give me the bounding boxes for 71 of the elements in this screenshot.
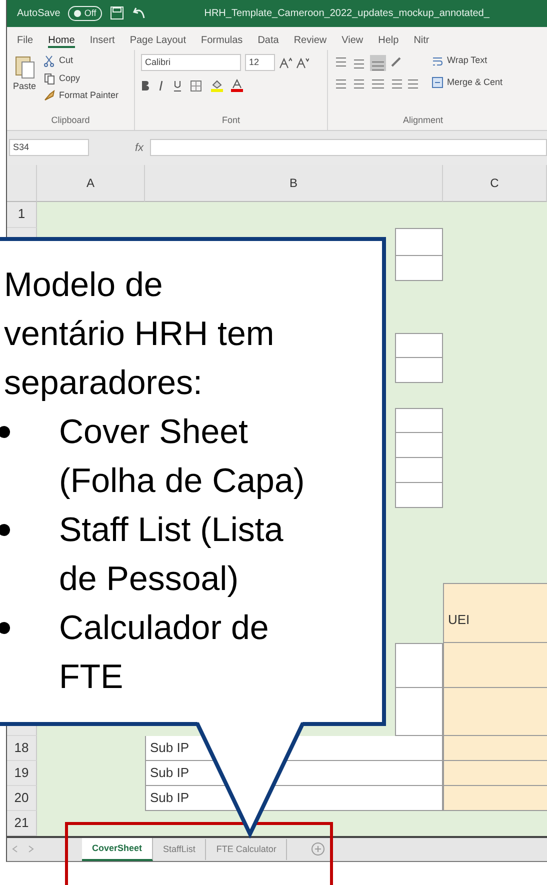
column-header[interactable]: A — [37, 164, 145, 202]
ribbon-tab[interactable]: Data — [258, 32, 279, 48]
row-header[interactable]: 18 — [7, 736, 37, 760]
autosave-toggle[interactable]: Off — [68, 6, 102, 22]
row-header[interactable]: 20 — [7, 786, 37, 810]
autosave-label: AutoSave — [17, 6, 60, 21]
cut-icon[interactable] — [44, 55, 56, 68]
table-cell — [395, 642, 443, 688]
ribbon-command[interactable]: Wrap Text — [447, 54, 488, 68]
font-name-field[interactable]: Calibri — [141, 54, 241, 72]
brush-icon[interactable] — [44, 90, 56, 102]
column-header[interactable]: B — [145, 164, 443, 202]
row-header[interactable]: 1 — [7, 202, 37, 228]
bullet-text: Cover Sheet (Folha de Capa) — [59, 412, 305, 502]
table-cell — [395, 332, 443, 358]
group-label: Clipboard — [50, 114, 91, 127]
font-size-field[interactable]: 12 — [245, 54, 275, 72]
table-cell — [395, 256, 443, 280]
bold-icon[interactable] — [141, 80, 149, 92]
ribbon-tab[interactable]: Nitr — [414, 32, 430, 48]
fx-button[interactable]: fx — [135, 140, 144, 156]
wrap-text-icon[interactable] — [432, 56, 443, 67]
group-label: Alignment — [402, 114, 444, 127]
ribbon-tab[interactable]: File — [17, 32, 34, 48]
table-cell — [395, 358, 443, 382]
bullet-icon — [0, 622, 10, 634]
merge-icon[interactable] — [432, 77, 443, 88]
window-title: HRH_Template_Cameroon_2022_updates_mockup_annotated_ — [204, 6, 490, 21]
italic-icon[interactable] — [157, 80, 165, 92]
bullet-text: Staff List (Lista de Pessoal) — [59, 510, 284, 600]
sheet-tab[interactable]: StaffList — [153, 838, 206, 860]
ribbon-command[interactable]: Cut — [59, 54, 74, 68]
ribbon-command[interactable]: Format Painter — [59, 89, 119, 103]
grow-font-icon[interactable] — [279, 56, 292, 69]
shrink-font-icon[interactable] — [296, 56, 309, 69]
ribbon-tab[interactable]: Formulas — [201, 32, 243, 48]
ribbon-tab[interactable]: Home — [48, 32, 75, 48]
callout-text: Modelo de ventário HRH tem separadores: — [4, 265, 276, 404]
ribbon-tab[interactable]: Page Layout — [130, 32, 186, 48]
underline-icon[interactable] — [173, 80, 182, 92]
save-icon[interactable] — [110, 6, 124, 20]
row-header[interactable]: 19 — [7, 760, 37, 786]
table-cell — [395, 408, 443, 432]
table-cell — [395, 458, 443, 482]
row-header[interactable]: 21 — [7, 810, 37, 836]
name-box[interactable]: S34 — [9, 139, 89, 156]
paste-icon[interactable] — [14, 54, 36, 80]
ribbon-tab[interactable]: Review — [294, 32, 327, 48]
fill-color-icon[interactable] — [210, 79, 223, 92]
group-label: Font — [220, 114, 241, 127]
column-label: UEI — [443, 582, 547, 642]
font-color-icon[interactable] — [231, 79, 243, 92]
bullet-text: Calculador de FTE — [59, 608, 269, 698]
table-cell — [395, 228, 443, 256]
table-cell — [395, 432, 443, 458]
ribbon-tab[interactable]: View — [342, 32, 364, 48]
ribbon-tab[interactable]: Help — [378, 32, 399, 48]
paste-button[interactable]: Paste — [13, 80, 36, 94]
bullet-icon — [0, 426, 10, 438]
borders-icon[interactable] — [190, 80, 202, 92]
table-cell — [395, 482, 443, 508]
ribbon-tab[interactable]: Insert — [90, 32, 115, 48]
formula-input[interactable] — [150, 139, 547, 156]
sheet-tab[interactable]: CoverSheet — [82, 838, 154, 861]
bullet-icon — [0, 524, 10, 536]
ribbon-command[interactable]: Copy — [59, 72, 80, 86]
column-header[interactable]: C — [443, 164, 547, 202]
ribbon-command[interactable]: Merge & Cent — [447, 76, 503, 90]
sheet-tab[interactable]: FTE Calculator — [206, 838, 288, 860]
copy-icon[interactable] — [44, 72, 56, 85]
table-cell — [395, 688, 443, 736]
